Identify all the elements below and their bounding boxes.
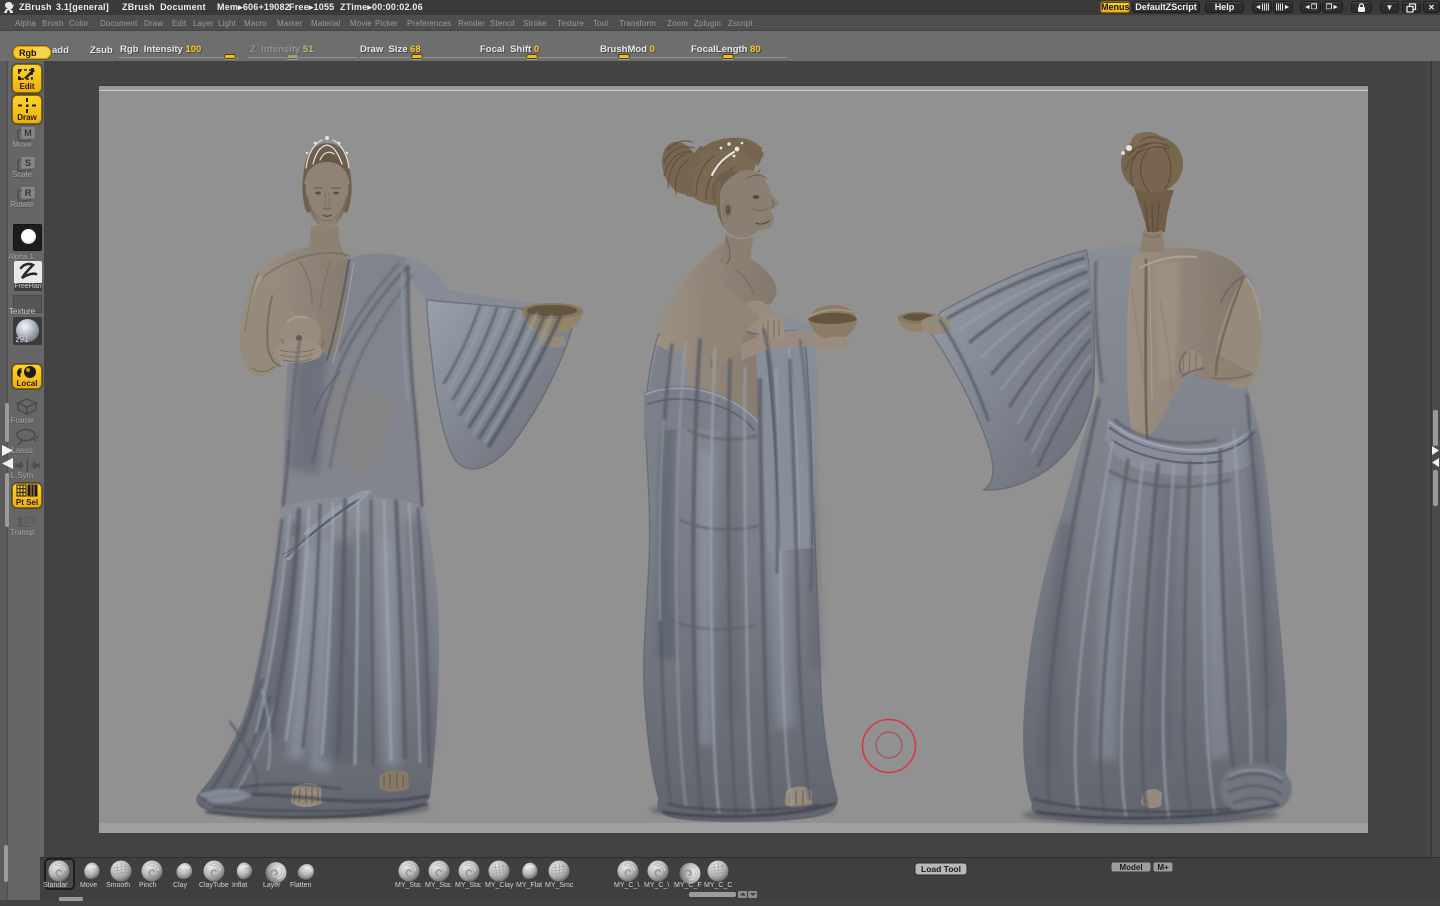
svg-text:S: S (25, 158, 31, 168)
svg-text:M+: M+ (1157, 863, 1169, 872)
svg-text:Model: Model (1119, 863, 1142, 872)
svg-text:MY_C_\: MY_C_\ (614, 882, 639, 889)
svg-text:MY_C_F: MY_C_F (674, 882, 702, 889)
svg-text:Load Tool: Load Tool (921, 864, 961, 874)
svg-text:Standar: Standar (43, 882, 68, 889)
svg-text:MY_C_C: MY_C_C (704, 882, 732, 889)
svg-text:M: M (24, 128, 32, 138)
svg-text:Flatten: Flatten (290, 882, 312, 889)
svg-text:Pinch: Pinch (139, 882, 157, 889)
svg-text:Inflat: Inflat (232, 882, 247, 889)
svg-text:MY_Clay: MY_Clay (485, 882, 514, 889)
svg-text:MY_Smc: MY_Smc (545, 882, 574, 889)
svg-text:ClayTube: ClayTube (199, 882, 229, 889)
svg-text:Smooth: Smooth (106, 882, 130, 889)
svg-text:Clay: Clay (173, 882, 188, 889)
svg-text:MY_Sta:: MY_Sta: (425, 882, 452, 889)
svg-text:MY_Sta:: MY_Sta: (455, 882, 482, 889)
svg-text:R: R (25, 188, 32, 198)
svg-text:Move: Move (80, 882, 97, 889)
svg-text:MY_C_\: MY_C_\ (644, 882, 669, 889)
svg-text:Layer: Layer (263, 882, 281, 889)
svg-text:MY_Flat: MY_Flat (516, 882, 542, 889)
svg-text:MY_Sta:: MY_Sta: (395, 882, 422, 889)
